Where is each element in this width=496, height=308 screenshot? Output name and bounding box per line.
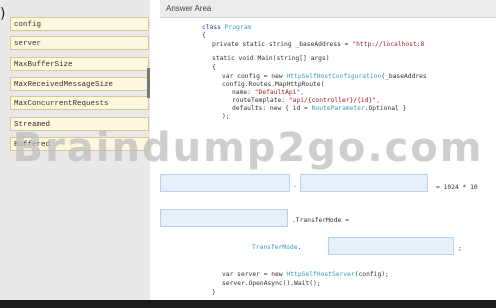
drag-item-maxbuffersize[interactable]: MaxBufferSize	[10, 57, 149, 71]
code-line-close: }	[212, 289, 216, 296]
drag-item-config[interactable]: config	[10, 17, 149, 31]
code-line-route-template: routeTemplate: "api/{controller}/{id}",	[232, 97, 380, 104]
drop-target-3[interactable]	[160, 209, 288, 227]
code-line-maproute: config.Routes.MapHttpRoute(	[222, 81, 325, 88]
code-dot: .	[293, 182, 297, 189]
code-line-server: var server = new HttpSelfHostServer(conf…	[222, 271, 389, 278]
drop-target-1[interactable]	[160, 174, 290, 192]
code-line-class: class Program	[202, 24, 252, 31]
code-line-route-name: name: "DefaultApi",	[232, 89, 305, 96]
drop-target-4[interactable]	[328, 237, 454, 255]
bottom-bar	[0, 300, 496, 308]
drag-item-maxconcurrentrequests[interactable]: MaxConcurrentRequests	[10, 96, 149, 110]
drag-item-maxreceivedmessagesize[interactable]: MaxReceivedMessageSize	[10, 77, 149, 91]
code-line-base-address: private static string _baseAddress = "ht…	[212, 41, 425, 48]
drag-item-server[interactable]: server	[10, 36, 149, 50]
question-paren: )	[0, 6, 6, 22]
code-line-open-async: server.OpenAsync().Wait();	[222, 280, 321, 287]
answer-area-title: Answer Area	[160, 0, 496, 18]
scrollbar-thumb[interactable]	[147, 68, 150, 98]
drop-target-2[interactable]	[300, 174, 428, 192]
code-line-route-defaults: defaults: new { id = RouteParameter.Opti…	[232, 105, 407, 112]
code-semicolon: ;	[458, 245, 462, 252]
code-line-config: var config = new HttpSelfHostConfigurati…	[222, 73, 427, 80]
code-line-maproute-close: );	[222, 113, 230, 120]
code-assign-size: = 1024 * 10	[436, 184, 478, 191]
code-transfer-mode: .TransferMode =	[292, 217, 349, 224]
code-line-main: static void Main(string[] args)	[212, 55, 330, 62]
code-transfer-mode-enum: TransferMode.	[252, 244, 302, 251]
code-line-brace-open: {	[202, 32, 206, 39]
watermark: Braindump2go.com	[12, 125, 484, 171]
code-line-main-brace: {	[212, 64, 216, 71]
